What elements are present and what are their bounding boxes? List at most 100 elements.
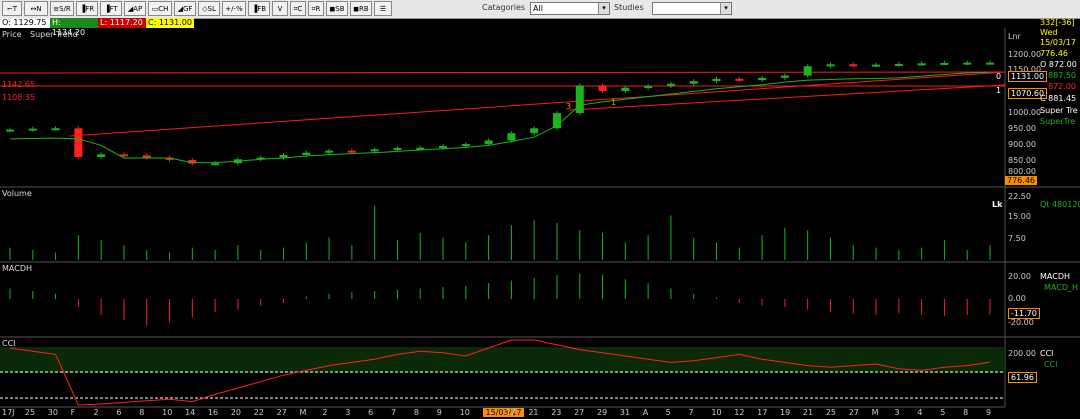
x-tick-label: 25: [825, 408, 836, 417]
percent-tool-button[interactable]: +/-%: [222, 1, 246, 16]
y-tick: 900.00: [1008, 140, 1036, 149]
y-tick: 15.00: [1008, 212, 1031, 221]
candle-body: [917, 63, 926, 66]
ray-tool-button[interactable]: ↔N: [24, 1, 48, 16]
y-tick: 850.00: [1008, 156, 1036, 165]
categories-label: Catagories: [482, 3, 526, 12]
candle-body: [849, 64, 858, 67]
candle-body: [894, 63, 903, 66]
volume-unit: Lk: [992, 200, 1003, 209]
menu-tool-button[interactable]: ☰: [374, 1, 392, 16]
candle-body: [142, 155, 151, 158]
candle-body: [347, 150, 356, 153]
x-tick-label: 30: [47, 408, 58, 417]
studies-dropdown[interactable]: ▾: [652, 2, 732, 15]
x-tick-label: M: [871, 408, 879, 417]
wave-mark: 1: [611, 98, 617, 107]
x-tick-label: 25: [24, 408, 36, 417]
cci-legend: CCI: [1040, 349, 1054, 358]
sr-tool-button[interactable]: ≡S/R: [50, 1, 74, 16]
fr-tool-button[interactable]: ▐FR: [76, 1, 98, 16]
info-date: 15/03/17: [1040, 38, 1076, 47]
fb-tool-button[interactable]: ▐FB: [248, 1, 270, 16]
volume-qty: Qt 480120: [1040, 200, 1080, 209]
x-tick-label: 4: [917, 408, 923, 417]
candle-body: [666, 83, 675, 87]
ohlc-high: H: 1134.20: [50, 18, 98, 37]
chevron-down-icon[interactable]: ▾: [720, 3, 731, 14]
y-tick: -20.00: [1008, 318, 1034, 327]
x-tick-label: 20: [230, 408, 242, 417]
x-tick-label: 27: [848, 408, 859, 417]
x-tick-label: 9: [986, 408, 992, 417]
sb-tool-button[interactable]: ◼SB: [326, 1, 348, 16]
candle-body: [940, 62, 949, 65]
x-tick-label: 5: [665, 408, 671, 417]
x-tick-label: 19: [780, 408, 791, 417]
info-close-label: C: [1040, 94, 1046, 103]
current-price-marker: 1131.00: [1008, 71, 1048, 82]
candle-body: [780, 75, 789, 78]
ohlc-close: C: 1131.00: [146, 18, 194, 28]
x-tick-label: 8: [413, 408, 419, 417]
r-tool-button[interactable]: ⌗R: [308, 1, 324, 16]
v-tool-button[interactable]: V: [272, 1, 288, 16]
macd-panel-title: MACDH: [2, 264, 32, 273]
side-mark: 0: [996, 72, 1002, 81]
candle-body: [689, 81, 698, 84]
ap-tool-button[interactable]: ◢AP: [124, 1, 146, 16]
toolbar: ⌐T ↔N ≡S/R ▐FR ▐FT ◢AP ▭CH ◢GF ◇SL +/-% ▐FB V ⌗C ⌗R ◼S…: [0, 0, 1080, 19]
y-tick: 0.00: [1008, 294, 1026, 303]
indicator-name: Super Trend: [30, 30, 78, 39]
x-tick-label: 10: [162, 408, 173, 417]
candle-body: [461, 144, 470, 147]
price-panel-title: Price: [2, 30, 22, 39]
x-tick-label: 15/03/17: [482, 408, 525, 417]
info-high-value: 887.50: [1048, 71, 1076, 80]
candle-body: [826, 64, 835, 67]
categories-dropdown[interactable]: All ▾: [530, 2, 610, 15]
scale-type[interactable]: Lnr: [1008, 32, 1021, 41]
x-tick-label: M: [299, 408, 307, 417]
chevron-down-icon[interactable]: ▾: [598, 3, 609, 14]
trendline-tool-button[interactable]: ⌐T: [2, 1, 22, 16]
y-tick: 950.00: [1008, 124, 1036, 133]
ch-tool-button[interactable]: ▭CH: [148, 1, 172, 16]
chart-canvas[interactable]: [0, 0, 1080, 419]
trendline-level-upper: 1142.65: [2, 80, 36, 89]
y-tick: 800.00: [1008, 167, 1036, 176]
candle-body: [370, 149, 379, 152]
candle-body: [530, 128, 539, 134]
ohlc-low: L: 1117.20: [98, 18, 146, 28]
x-tick-label: 27: [574, 408, 585, 417]
info-series-2: SuperTre: [1040, 117, 1076, 126]
candle-body: [6, 129, 14, 132]
gf-tool-button[interactable]: ◢GF: [174, 1, 196, 16]
candle-body: [507, 133, 516, 141]
x-tick-label: 7: [391, 408, 397, 417]
x-tick-label: 6: [368, 408, 374, 417]
ft-tool-button[interactable]: ▐FT: [100, 1, 122, 16]
rb-tool-button[interactable]: ◼RB: [350, 1, 372, 16]
x-tick-label: 17J: [2, 408, 15, 417]
volume-panel-title: Volume: [2, 189, 32, 198]
candle-body: [28, 128, 37, 131]
cci-legend-series: CCI: [1044, 360, 1058, 369]
candle-body: [986, 62, 994, 65]
info-open-label: O: [1040, 60, 1047, 69]
cci-panel-title: CCI: [2, 339, 16, 348]
c-tool-button[interactable]: ⌗C: [290, 1, 306, 16]
sl-tool-button[interactable]: ◇SL: [198, 1, 220, 16]
x-tick-label: 3: [345, 408, 351, 417]
x-tick-label: 12: [734, 408, 745, 417]
x-tick-label: 27: [276, 408, 287, 417]
macd-current-marker: -11.70: [1008, 308, 1040, 319]
x-tick-label: 17: [505, 408, 516, 417]
candle-body: [439, 146, 448, 149]
y-tick: 22.50: [1008, 192, 1031, 201]
x-tick-label: 8: [963, 408, 969, 417]
x-tick-label: 17: [757, 408, 768, 417]
ohlc-open: O: 1129.75: [0, 18, 50, 28]
info-low-value: 872.00: [1048, 82, 1076, 91]
candle-body: [963, 62, 972, 65]
